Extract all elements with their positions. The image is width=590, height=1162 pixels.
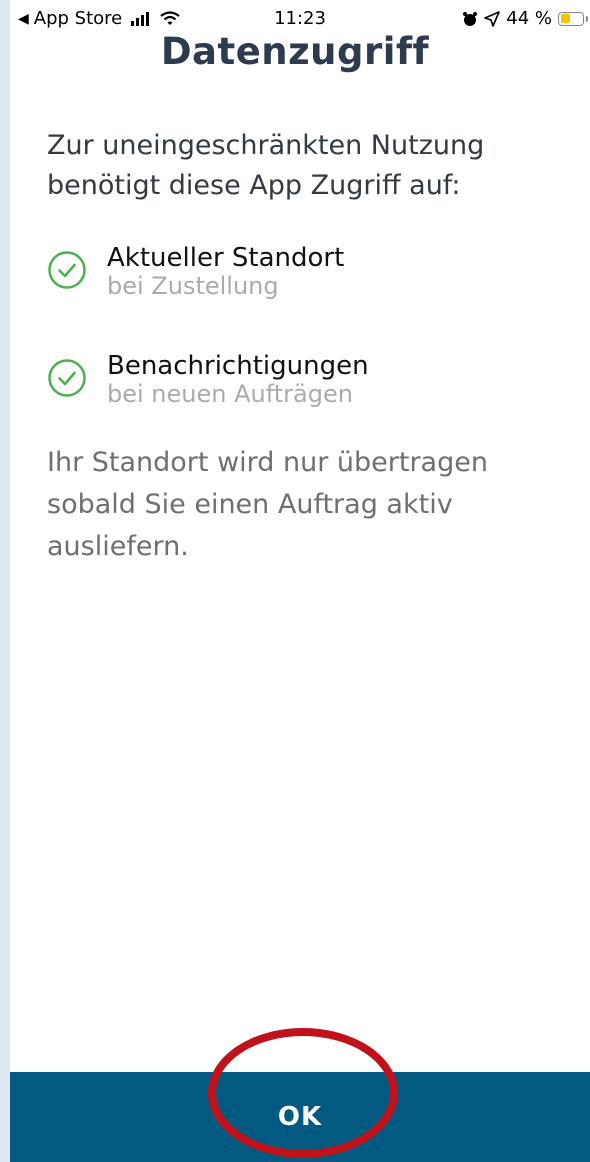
note-line-2: sobald Sie einen Auftrag aktiv [47, 489, 453, 520]
battery-icon [558, 11, 588, 26]
note-line-1: Ihr Standort wird nur übertragen [47, 447, 488, 478]
permission-item-notifications: Benachrichtigungen bei neuen Aufträgen [47, 350, 567, 410]
page-title: Datenzugriff [160, 30, 430, 73]
location-note: Ihr Standort wird nur übertragen sobald … [47, 442, 567, 568]
alarm-icon [463, 11, 478, 26]
intro-line-2: benötigt diese App Zugriff auf: [47, 170, 461, 201]
app-screen: ◀ App Store 11:23 44 % Datenzugriff Zur … [10, 0, 590, 1162]
intro-line-1: Zur uneingeschränkten Nutzung [47, 130, 485, 161]
check-circle-icon [48, 251, 86, 289]
check-circle-icon [48, 359, 86, 397]
intro-text: Zur uneingeschränkten Nutzung benötigt d… [47, 126, 567, 206]
note-line-3: ausliefern. [47, 531, 189, 562]
location-arrow-icon [484, 10, 501, 27]
ok-label: OK [277, 1102, 323, 1132]
permission-subtitle: bei neuen Aufträgen [107, 380, 353, 408]
ok-button[interactable]: OK [10, 1072, 590, 1162]
status-right: 44 % [462, 8, 588, 29]
battery-percent: 44 % [506, 8, 552, 29]
permission-item-location: Aktueller Standort bei Zustellung [47, 242, 567, 302]
permission-subtitle: bei Zustellung [107, 272, 279, 300]
